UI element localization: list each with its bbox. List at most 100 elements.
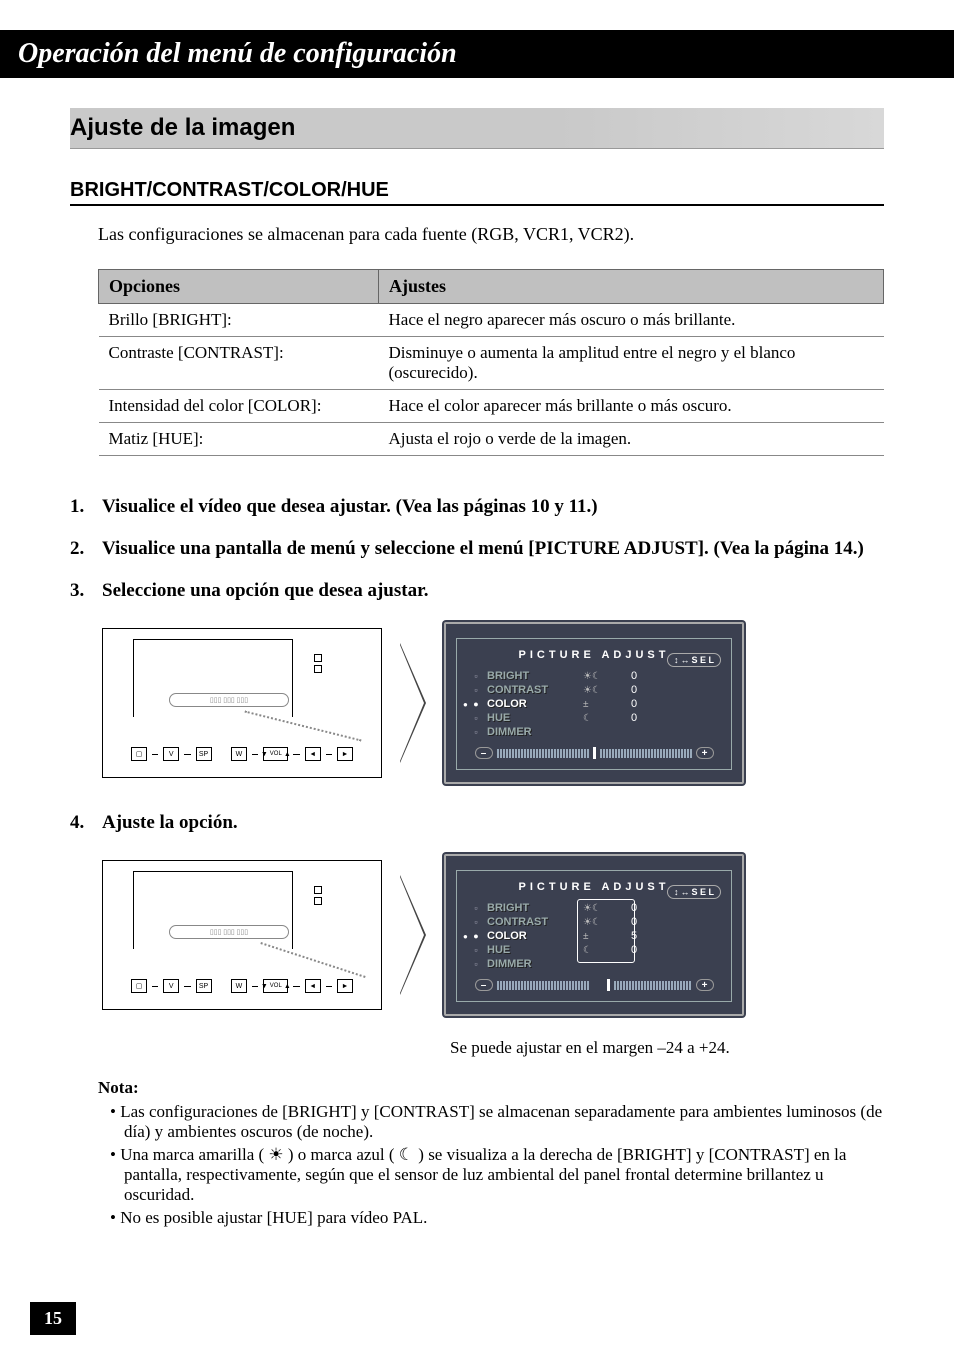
updown-icon: ↕ <box>674 655 679 665</box>
device-diagram: ▯▯▯ ▯▯▯ ▯▯▯ ▢ V SP W ▼VOL▲ ◄ ► <box>102 628 382 778</box>
step-num: 3. <box>70 580 102 602</box>
device-button: V <box>163 979 179 993</box>
leftright-icon: ↔ <box>680 887 689 897</box>
leftright-icon: ↔ <box>680 655 689 665</box>
notes-block: Nota: Las configuraciones de [BRIGHT] y … <box>98 1078 884 1228</box>
step-text: Visualice el vídeo que desea ajustar. (V… <box>102 496 884 518</box>
osd-bar-right <box>614 981 692 990</box>
osd-symbols: ☀☾ <box>583 685 613 696</box>
table-header-opciones: Opciones <box>99 270 379 304</box>
step-num: 2. <box>70 538 102 560</box>
table-cell-desc: Ajusta el rojo o verde de la imagen. <box>379 423 884 456</box>
table-cell-label: Brillo [BRIGHT]: <box>99 304 379 337</box>
subsection-header: BRIGHT/CONTRAST/COLOR/HUE <box>70 179 884 206</box>
title-bar: Operación del menú de configuración <box>0 30 954 78</box>
step-2: 2. Visualice una pantalla de menú y sele… <box>70 538 884 560</box>
device-side-buttons <box>314 654 326 676</box>
osd-value: 0 <box>619 698 649 710</box>
table-header-ajustes: Ajustes <box>379 270 884 304</box>
device-button: ▢ <box>131 979 147 993</box>
device-button: ► <box>337 747 353 761</box>
device-button: SP <box>196 979 212 993</box>
intro-text: Las configuraciones se almacenan para ca… <box>98 224 884 245</box>
table-cell-label: Contraste [CONTRAST]: <box>99 337 379 390</box>
section-header-text: Ajuste de la imagen <box>70 114 295 141</box>
step-1: 1. Visualice el vídeo que desea ajustar.… <box>70 496 884 518</box>
osd-sel-badge: ↕ ↔ S E L <box>667 885 721 899</box>
table-cell-label: Matiz [HUE]: <box>99 423 379 456</box>
osd-label: CONTRAST <box>487 684 577 696</box>
step-text: Seleccione una opción que desea ajustar. <box>102 580 884 602</box>
title-bar-text: Operación del menú de configuración <box>18 38 457 69</box>
osd-title: PICTURE ADJUST <box>513 649 676 661</box>
osd-bar-left <box>497 981 589 990</box>
osd-symbols: ☀☾ <box>583 671 613 682</box>
updown-icon: ↕ <box>674 887 679 897</box>
osd-sel-badge: ↕ ↔ S E L <box>667 653 721 667</box>
device-buttons-row: ▢ V SP W ▼VOL▲ ◄ ► <box>131 979 353 993</box>
table-row: Matiz [HUE]: Ajusta el rojo o verde de l… <box>99 423 884 456</box>
osd-row-dimmer: ▫ DIMMER <box>471 725 723 739</box>
step-4: 4. Ajuste la opción. <box>70 812 884 834</box>
osd-row-hue: ▫ HUE ☾ 0 <box>471 711 723 725</box>
device-side-buttons <box>314 886 326 908</box>
osd-value: 0 <box>619 712 649 724</box>
figure-row-step4: ▯▯▯ ▯▯▯ ▯▯▯ ▢ V SP W ▼VOL▲ ◄ ► PICTURE A… <box>102 854 884 1016</box>
device-diagram: ▯▯▯ ▯▯▯ ▯▯▯ ▢ V SP W ▼VOL▲ ◄ ► <box>102 860 382 1010</box>
figure-row-step3: ▯▯▯ ▯▯▯ ▯▯▯ ▢ V SP W ▼VOL▲ ◄ ► PICTURE A… <box>102 622 884 784</box>
note-item: No es posible ajustar [HUE] para vídeo P… <box>110 1208 884 1228</box>
arrow-right-icon <box>400 643 426 763</box>
osd-label: COLOR <box>487 930 577 942</box>
osd-label: DIMMER <box>487 958 577 970</box>
osd-plus-button: + <box>696 979 714 991</box>
device-button-vol: ▼VOL▲ <box>263 747 288 761</box>
arrow-right-icon <box>400 875 426 995</box>
step-num: 1. <box>70 496 102 518</box>
osd-minus-button: – <box>475 747 493 759</box>
table-row: Contraste [CONTRAST]: Disminuye o aument… <box>99 337 884 390</box>
device-button: W <box>231 747 247 761</box>
osd-label: DIMMER <box>487 726 577 738</box>
device-segment-display: ▯▯▯ ▯▯▯ ▯▯▯ <box>169 693 289 707</box>
osd-slider-bar: – + <box>465 747 723 759</box>
table-cell-label: Intensidad del color [COLOR]: <box>99 390 379 423</box>
osd-row-contrast: ▫ CONTRAST ☀☾ 0 <box>471 683 723 697</box>
device-button: W <box>231 979 247 993</box>
device-button: V <box>163 747 179 761</box>
osd-bar-thumb <box>593 747 596 759</box>
table-cell-desc: Disminuye o aumenta la amplitud entre el… <box>379 337 884 390</box>
osd-value-highlight-box <box>577 899 635 963</box>
step-text: Visualice una pantalla de menú y selecci… <box>102 538 884 560</box>
figure-caption: Se puede ajustar en el margen –24 a +24. <box>450 1038 884 1058</box>
device-button-vol: ▼VOL▲ <box>263 979 288 993</box>
osd-label: HUE <box>487 944 577 956</box>
osd-value: 0 <box>619 670 649 682</box>
device-segment-display: ▯▯▯ ▯▯▯ ▯▯▯ <box>169 925 289 939</box>
step-num: 4. <box>70 812 102 834</box>
osd-label: BRIGHT <box>487 670 577 682</box>
section-header: Ajuste de la imagen <box>70 108 884 149</box>
note-item: Las configuraciones de [BRIGHT] y [CONTR… <box>110 1102 884 1142</box>
osd-title: PICTURE ADJUST <box>513 881 676 893</box>
note-item: Una marca amarilla ( ☀ ) o marca azul ( … <box>110 1145 884 1205</box>
device-button: ◄ <box>305 979 321 993</box>
osd-panel: PICTURE ADJUST ↕ ↔ S E L ▫ BRIGHT ☀☾ 0 ▫… <box>444 622 744 784</box>
device-button: ▢ <box>131 747 147 761</box>
osd-label: BRIGHT <box>487 902 577 914</box>
osd-minus-button: – <box>475 979 493 991</box>
osd-plus-button: + <box>696 747 714 759</box>
notes-title: Nota: <box>98 1078 884 1098</box>
osd-bar-left <box>497 749 589 758</box>
dotted-callout-line <box>260 942 365 978</box>
subsection-header-text: BRIGHT/CONTRAST/COLOR/HUE <box>70 179 389 201</box>
device-button: SP <box>196 747 212 761</box>
osd-label: COLOR <box>487 698 577 710</box>
options-table: Opciones Ajustes Brillo [BRIGHT]: Hace e… <box>98 269 884 456</box>
sel-text: S E L <box>691 887 714 897</box>
table-row: Brillo [BRIGHT]: Hace el negro aparecer … <box>99 304 884 337</box>
osd-symbols: ± <box>583 699 613 710</box>
step-text: Ajuste la opción. <box>102 812 884 834</box>
step-3: 3. Seleccione una opción que desea ajust… <box>70 580 884 602</box>
osd-row-color: ● COLOR ± 0 <box>471 697 723 711</box>
table-cell-desc: Hace el color aparecer más brillante o m… <box>379 390 884 423</box>
